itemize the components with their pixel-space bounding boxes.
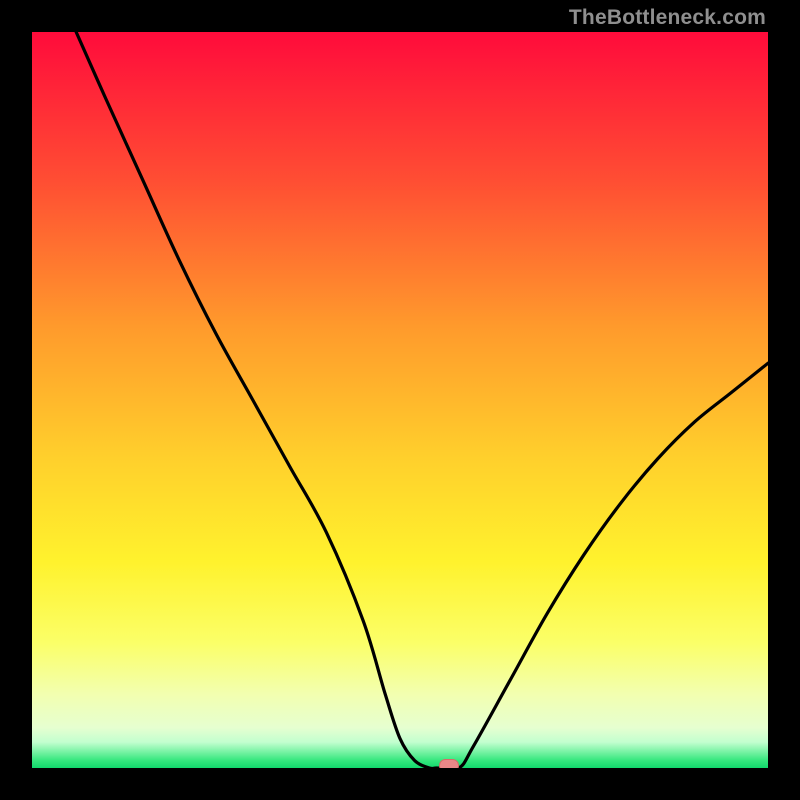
bottleneck-curve <box>32 32 768 768</box>
watermark-text: TheBottleneck.com <box>569 6 766 30</box>
plot-area <box>32 32 768 768</box>
optimum-marker <box>439 759 459 768</box>
chart-frame: TheBottleneck.com <box>0 0 800 800</box>
